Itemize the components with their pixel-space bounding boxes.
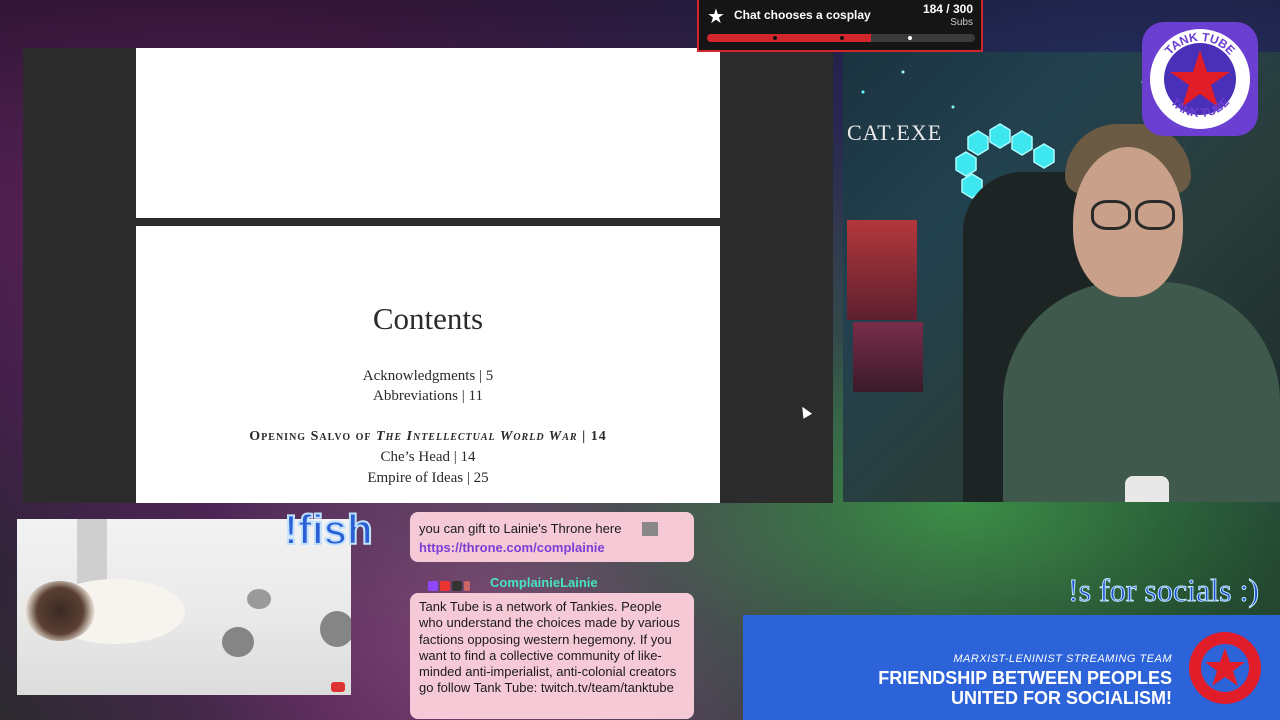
document-viewer[interactable]: Contents Acknowledgments | 5 Abbreviatio… — [23, 48, 833, 503]
game-badge-icon — [452, 580, 462, 591]
glasses-icon — [1091, 200, 1131, 230]
toc-entry[interactable]: Che’s Head | 14 — [136, 449, 720, 466]
chat-message: you can gift to Lainie's Throne here htt… — [410, 512, 694, 562]
sub-goal-widget: ★ Chat chooses a cosplay 184 / 300 Subs — [697, 0, 983, 52]
chat-message-text: you can gift to Lainie's Throne here — [419, 521, 622, 536]
mug — [1125, 476, 1169, 502]
chat-message: Tank Tube is a network of Tankies. Peopl… — [410, 593, 694, 719]
cat-emote-icon — [642, 522, 658, 536]
banner-line-1: FRIENDSHIP BETWEEN PEOPLES — [878, 668, 1172, 688]
chat-username[interactable]: ComplainieLainie — [490, 575, 598, 590]
goal-title: Chat chooses a cosplay — [734, 8, 871, 22]
toc-section-title: The Intellectual World War — [376, 429, 578, 444]
goal-milestone-marker — [773, 36, 777, 40]
goal-milestone-marker — [908, 36, 912, 40]
socials-command-text: !s for socials :) — [1067, 572, 1260, 609]
twitch-badge-icon — [428, 580, 438, 591]
document-page-contents: Contents Acknowledgments | 5 Abbreviatio… — [136, 226, 720, 503]
record-icon — [331, 682, 345, 692]
red-star-icon — [1189, 632, 1261, 704]
goal-progress-fill — [707, 34, 872, 42]
fish-command-text: !fish — [283, 505, 374, 554]
goal-milestone-marker — [840, 36, 844, 40]
toc-section-heading[interactable]: Opening Salvo of The Intellectual World … — [136, 429, 720, 445]
toc-entry[interactable]: Acknowledgments | 5 — [136, 368, 720, 385]
banner-subtitle: MARXIST-LENINIST STREAMING TEAM — [953, 653, 1172, 665]
contents-heading: Contents — [372, 301, 484, 336]
banner-line-2: UNITED FOR SOCIALISM! — [951, 688, 1172, 708]
pebble-toy — [320, 611, 351, 647]
toc-section-page: | 14 — [577, 429, 607, 444]
tank-tube-logo: TANK TUBE TANK TUBE — [1142, 22, 1258, 136]
wall-sign: CAT.EXE — [847, 120, 943, 145]
chat-message-text: Tank Tube is a network of Tankies. Peopl… — [419, 599, 680, 696]
wall-poster — [847, 220, 917, 320]
streamer-body — [1003, 282, 1280, 502]
goal-unit: Subs — [950, 17, 973, 28]
glasses-icon — [1135, 200, 1175, 230]
pebble-toy — [222, 627, 254, 657]
user-badge-icon — [464, 580, 470, 591]
document-page-blank — [136, 48, 720, 218]
team-banner: MARXIST-LENINIST STREAMING TEAM FRIENDSH… — [743, 615, 1280, 720]
toc-section-prefix: Opening Salvo of — [249, 429, 377, 444]
toc-entry[interactable]: Empire of Ideas | 25 — [136, 470, 720, 487]
wall-poster — [853, 322, 923, 392]
star-icon: ★ — [707, 6, 725, 28]
toc-entry[interactable]: Abbreviations | 11 — [136, 388, 720, 405]
throne-link[interactable]: https://throne.com/complainie — [419, 540, 605, 555]
youtube-badge-icon — [440, 580, 450, 591]
goal-count: 184 / 300 — [922, 2, 973, 16]
pebble-toy — [247, 589, 271, 609]
cat-head — [25, 581, 95, 641]
